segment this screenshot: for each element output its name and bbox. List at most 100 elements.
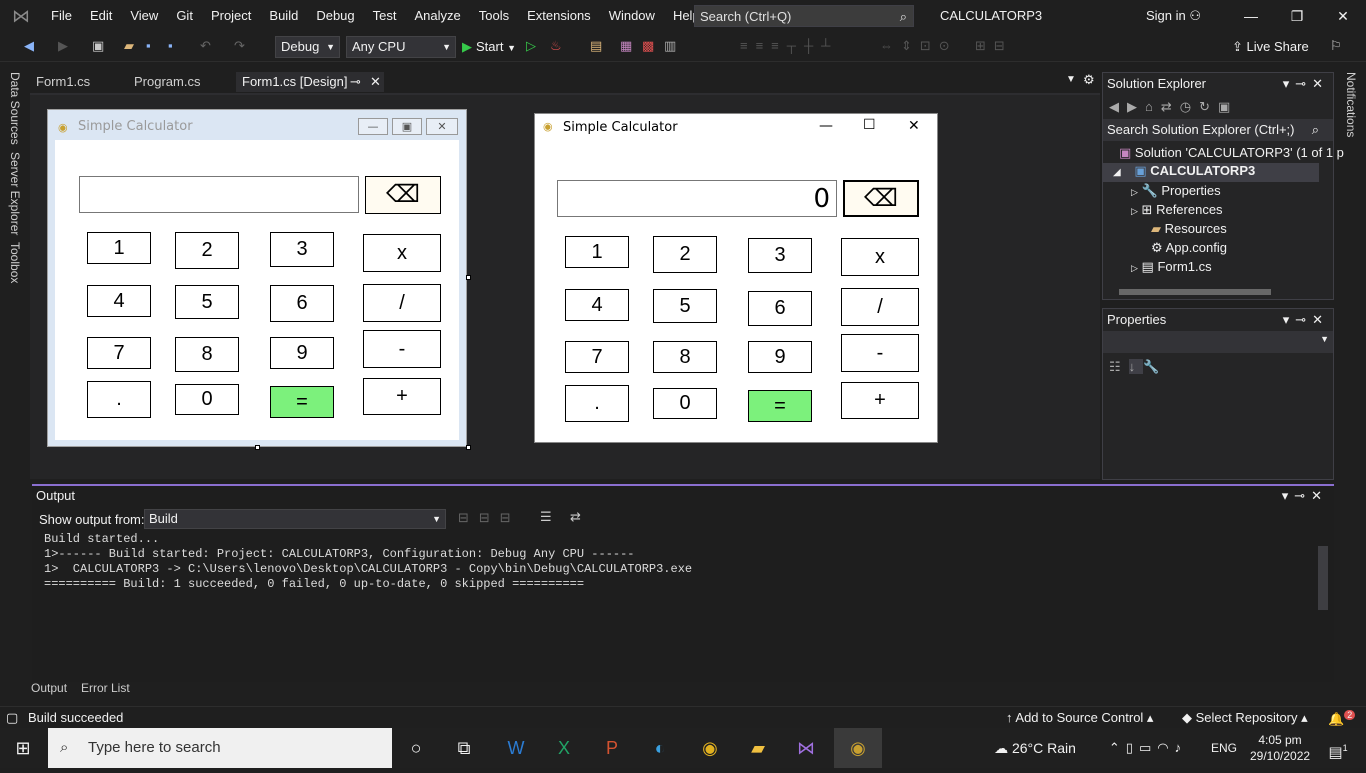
windows-start-icon[interactable]: ⊞ [0,728,46,768]
tree-item-properties[interactable]: ▷ 🔧 Properties [1131,183,1221,199]
pin-icon[interactable]: ⊸ [350,72,361,92]
menu-extensions[interactable]: Extensions [518,0,600,32]
tree-item-form1[interactable]: ▷ ▤ Form1.cs [1131,259,1212,275]
design-button-0[interactable]: 0 [175,384,239,415]
server-explorer-tab[interactable]: Server Explorer [8,152,22,235]
design-button-4[interactable]: 4 [87,285,151,317]
notifications-tab[interactable]: Notifications [1344,72,1358,137]
running-backspace-button[interactable]: ⌫ [843,180,919,217]
design-button-5[interactable]: 5 [175,285,239,319]
output-source-select[interactable]: Build ▼ [144,509,446,529]
chevron-down-icon[interactable]: ▼ [1066,74,1076,85]
tree-item-app-config[interactable]: ⚙ App.config [1151,240,1227,256]
running-display-textbox[interactable]: 0 [557,180,837,217]
designer-tool-icon[interactable]: ▦ [620,38,632,54]
forward-icon[interactable]: ▶ [58,38,68,54]
notification-bell-icon[interactable]: 🔔 2 [1328,710,1356,727]
clock[interactable]: 4:05 pm 29/10/2022 [1250,732,1310,764]
sign-in-link[interactable]: Sign in ⚇ [1146,0,1201,32]
design-button-dot[interactable]: . [87,381,151,418]
edge-icon[interactable]: ◐ [640,728,680,768]
word-wrap-icon[interactable]: ⇄ [570,509,581,525]
open-folder-icon[interactable]: ▰ [124,38,134,54]
hot-reload-icon[interactable]: ♨ [550,38,562,54]
system-tray-icons[interactable]: ⌃▯▭◠♪ [1088,728,1208,768]
design-button-3[interactable]: 3 [270,232,334,267]
resize-handle[interactable] [255,445,260,450]
panel-buttons-icon[interactable]: ▾⊸✕ [1283,73,1329,95]
tree-item-project[interactable]: ◢ ▣ CALCULATORP3 [1103,163,1319,182]
running-button-5[interactable]: 5 [653,289,717,323]
running-button-0[interactable]: 0 [653,388,717,419]
running-button-8[interactable]: 8 [653,341,717,373]
gear-icon[interactable]: ⚙ [1083,72,1095,88]
resize-handle[interactable] [466,445,471,450]
menu-edit[interactable]: Edit [81,0,121,32]
running-button-3[interactable]: 3 [748,238,812,273]
running-button-1[interactable]: 1 [565,236,629,268]
property-pages-icon[interactable]: 🔧 [1143,359,1167,374]
minimize-button[interactable]: — [1228,0,1274,32]
close-button[interactable]: ✕ [1320,0,1366,32]
weather-widget[interactable]: ☁ 26°C Rain [970,728,1100,768]
tab-output[interactable]: Output [31,681,67,695]
start-without-debugging-icon[interactable]: ▷ [526,38,536,54]
action-center-icon[interactable]: ▤1 [1318,728,1358,768]
tab-program-cs[interactable]: Program.cs [128,72,206,92]
task-view-icon[interactable]: ⧉ [448,728,480,768]
solution-search-input[interactable]: Search Solution Explorer (Ctrl+;) ⌕ [1103,119,1333,141]
menu-project[interactable]: Project [202,0,260,32]
design-button-9[interactable]: 9 [270,337,334,369]
running-button-2[interactable]: 2 [653,236,717,273]
source-control-button[interactable]: ↑ Add to Source Control ▴ [1006,710,1153,726]
cortana-icon[interactable]: ○ [400,728,432,768]
menu-analyze[interactable]: Analyze [405,0,469,32]
menu-tools[interactable]: Tools [470,0,518,32]
design-button-7[interactable]: 7 [87,337,151,369]
word-icon[interactable]: W [496,728,536,768]
live-share-button[interactable]: ⇪ Live Share [1232,32,1309,62]
undo-icon[interactable]: ↶ [200,38,211,54]
tab-form1-design[interactable]: Form1.cs [Design] ⊸ ✕ [236,72,384,92]
running-button-divide[interactable]: / [841,288,919,326]
design-button-2[interactable]: 2 [175,232,239,269]
restore-button[interactable]: ❐ [1274,0,1320,32]
search-input[interactable]: Search (Ctrl+Q) ⌕ [694,5,914,27]
configuration-select[interactable]: Debug ▼ [275,36,340,58]
design-button-equals[interactable]: = [270,386,334,418]
running-minimize-button[interactable]: — [819,118,833,134]
menu-git[interactable]: Git [167,0,202,32]
running-button-add[interactable]: + [841,382,919,419]
close-icon[interactable]: ✕ [370,72,381,92]
running-button-equals[interactable]: = [748,390,812,422]
taskbar-search-input[interactable]: ⌕ Type here to search [48,728,392,768]
toolbox-tab[interactable]: Toolbox [8,242,22,283]
properties-toolbar[interactable]: ☷↓🔧 [1103,353,1333,381]
tree-item-solution[interactable]: ▣ Solution 'CALCULATORP3' (1 of 1 p [1119,145,1344,161]
redo-icon[interactable]: ↷ [234,38,245,54]
calculator-app-icon[interactable]: ◉ [834,728,882,768]
running-button-subtract[interactable]: - [841,334,919,372]
running-button-9[interactable]: 9 [748,341,812,373]
properties-object-select[interactable]: ▼ [1103,331,1333,353]
menu-debug[interactable]: Debug [307,0,363,32]
panel-buttons-icon[interactable]: ▾⊸✕ [1283,309,1329,331]
design-form-window[interactable]: Simple Calculator ◉ — ▣ ✕ ⌫ 1 2 3 x 4 5 … [47,109,471,450]
tree-item-resources[interactable]: ▰ Resources [1151,221,1227,237]
menu-test[interactable]: Test [364,0,406,32]
alphabetical-icon[interactable]: ↓ [1128,359,1144,374]
save-all-icon[interactable]: ▪ [168,38,173,53]
running-button-4[interactable]: 4 [565,289,629,321]
running-close-button[interactable]: ✕ [908,118,920,134]
running-button-multiply[interactable]: x [841,238,919,276]
visual-studio-icon[interactable]: ⋈ [786,728,826,768]
language-indicator[interactable]: ENG [1206,728,1242,768]
design-button-add[interactable]: + [363,378,441,415]
running-maximize-button[interactable]: ☐ [863,117,876,133]
platform-select[interactable]: Any CPU ▼ [346,36,456,58]
running-button-6[interactable]: 6 [748,291,812,326]
tab-error-list[interactable]: Error List [81,681,130,695]
file-explorer-icon[interactable]: ▰ [738,728,778,768]
tree-item-references[interactable]: ▷ ⊞ References [1131,202,1223,218]
design-button-6[interactable]: 6 [270,285,334,322]
